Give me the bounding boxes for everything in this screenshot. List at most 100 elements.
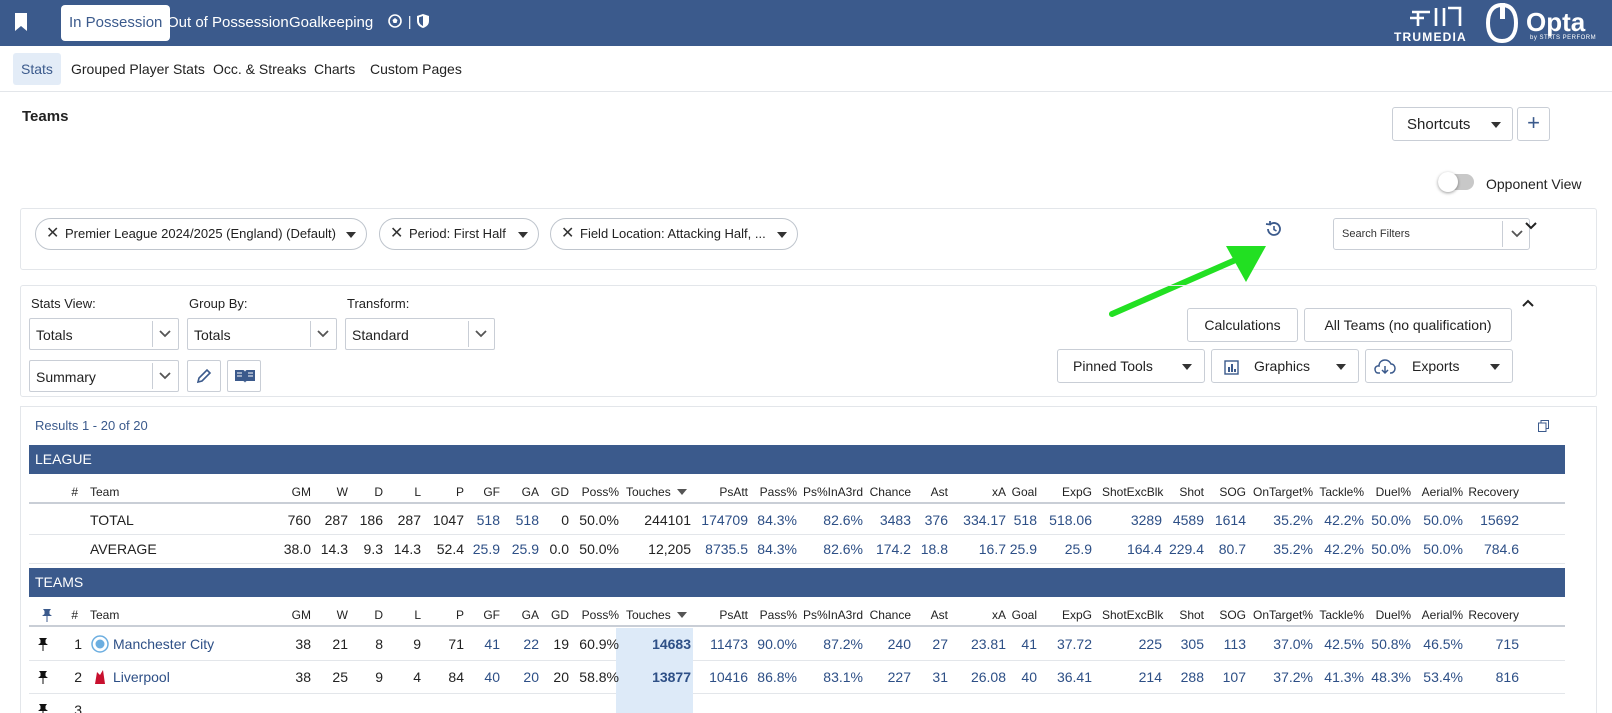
transform-select[interactable]: Standard	[345, 318, 495, 350]
close-icon[interactable]: ✕	[561, 219, 574, 249]
pin-row-icon[interactable]	[37, 637, 49, 651]
table-cell: 84.3%	[757, 512, 797, 528]
team-cell[interactable]: Manchester City	[91, 628, 214, 661]
table-cell: 518	[1013, 512, 1037, 528]
column-header: Recovery	[1468, 485, 1519, 499]
row-rank: 1	[74, 636, 82, 652]
opta-subtext: by STATS PERFORM	[1530, 35, 1597, 41]
group-by-value: Totals	[194, 327, 231, 343]
table-cell: 46.5%	[1423, 636, 1463, 652]
column-header: Pass%	[759, 485, 797, 499]
subtab-custom-pages[interactable]: Custom Pages	[362, 53, 470, 85]
table-cell: 13877	[652, 669, 691, 685]
subtab-occ-streaks[interactable]: Occ. & Streaks	[205, 53, 314, 85]
glossary-button[interactable]	[227, 360, 261, 392]
table-cell	[631, 694, 691, 713]
add-shortcut-button[interactable]: +	[1517, 107, 1550, 141]
close-icon[interactable]: ✕	[390, 219, 403, 249]
table-cell: 50.0%	[1371, 512, 1411, 528]
nav-extra-icons[interactable]: |	[388, 13, 430, 33]
column-header: Aerial%	[1421, 485, 1463, 499]
opponent-view-toggle[interactable]	[1438, 172, 1474, 192]
subtab-grouped-player-stats[interactable]: Grouped Player Stats	[63, 53, 213, 85]
book-icon	[235, 370, 255, 383]
pin-row-icon[interactable]	[37, 703, 49, 713]
column-header: Aerial%	[1421, 608, 1463, 622]
exports-dropdown[interactable]: Exports	[1365, 349, 1513, 383]
copy-icon[interactable]	[1538, 420, 1549, 432]
shortcuts-label: Shortcuts	[1407, 116, 1471, 133]
league-row: AVERAGE 38.0 14.3 9.3 14.3 52.4 25.9 25.9 0.0 50.…	[29, 535, 1565, 564]
group-by-select[interactable]: Totals	[187, 318, 337, 350]
table-row[interactable]: 3	[29, 694, 1565, 713]
edit-button[interactable]	[187, 360, 221, 392]
search-filters-placeholder: Search Filters	[1342, 228, 1410, 240]
column-header: #	[71, 608, 78, 622]
stats-view-select[interactable]: Totals	[29, 318, 179, 350]
all-teams-button[interactable]: All Teams (no qualification)	[1304, 308, 1512, 342]
table-cell: 18.8	[920, 541, 948, 557]
table-row[interactable]: 2 Liverpool 38 25 9 4 84 40 20 20 58.8% 13877 10416 8…	[29, 661, 1565, 694]
pinned-tools-dropdown[interactable]: Pinned Tools	[1057, 349, 1205, 383]
tab-in-possession[interactable]: In Possession	[61, 5, 171, 41]
pencil-icon	[196, 368, 212, 384]
teams-section-header: TEAMS	[29, 568, 1565, 597]
row-rank: 2	[74, 669, 82, 685]
bookmark-icon[interactable]	[14, 13, 28, 31]
pin-row-icon[interactable]	[37, 670, 49, 684]
column-header: ExpG	[1061, 608, 1092, 622]
summary-select[interactable]: Summary	[29, 360, 179, 392]
table-cell: 50.8%	[1371, 636, 1411, 652]
chevron-down-icon	[475, 330, 487, 338]
filter-chip-league[interactable]: ✕ Premier League 2024/2025 (England) (De…	[35, 218, 367, 250]
pin-icon[interactable]	[41, 608, 53, 622]
team-name-link[interactable]: Manchester City	[113, 636, 214, 652]
sort-desc-icon[interactable]	[676, 489, 687, 495]
subtab-charts[interactable]: Charts	[306, 53, 363, 85]
table-cell: 816	[1495, 669, 1519, 685]
filter-chip-period[interactable]: ✕ Period: First Half	[379, 218, 539, 250]
collapse-controls-icon[interactable]	[1521, 298, 1535, 308]
expand-filters-icon[interactable]	[1524, 221, 1538, 231]
tab-out-of-possession[interactable]: Out of Possession	[159, 5, 297, 41]
ball-icon	[388, 14, 402, 28]
team-cell[interactable]: Liverpool	[91, 661, 170, 694]
league-section-header: LEAGUE	[29, 445, 1565, 474]
column-header: Duel%	[1375, 485, 1411, 499]
bar-chart-icon	[1224, 360, 1239, 375]
table-cell: 12,205	[648, 541, 691, 557]
close-icon[interactable]: ✕	[46, 219, 59, 249]
column-header: Touches	[616, 475, 691, 504]
table-row[interactable]: 1 Manchester City 38 21 8 9 71 41 22 19 60.9% 14683…	[29, 628, 1565, 661]
chevron-down-icon[interactable]	[1510, 229, 1524, 239]
search-filters-input[interactable]: Search Filters	[1333, 218, 1530, 250]
team-name-link[interactable]: Liverpool	[113, 669, 170, 685]
table-cell: 244101	[644, 512, 691, 528]
sort-desc-icon[interactable]	[676, 612, 687, 618]
opta-logo: Opta by STATS PERFORM	[1484, 2, 1604, 44]
transform-label: Transform:	[347, 296, 410, 311]
table-cell: 37.72	[1056, 636, 1092, 652]
pinned-tools-label: Pinned Tools	[1073, 358, 1153, 374]
calculations-button[interactable]: Calculations	[1187, 308, 1298, 342]
table-cell: 715	[1495, 636, 1519, 652]
league-row-label: AVERAGE	[90, 541, 157, 557]
column-header: SOG	[1219, 485, 1246, 499]
column-header: Pass%	[759, 608, 797, 622]
table-cell	[737, 694, 797, 713]
transform-value: Standard	[352, 327, 409, 343]
subtab-stats[interactable]: Stats	[13, 53, 61, 85]
table-cell	[1032, 694, 1092, 713]
team-crest-icon	[91, 635, 109, 653]
shortcuts-dropdown[interactable]: Shortcuts	[1392, 107, 1513, 141]
table-cell: 1614	[1214, 512, 1246, 528]
column-header: Goal	[1011, 485, 1037, 499]
table-cell	[1351, 694, 1411, 713]
filter-chip-field-location[interactable]: ✕ Field Location: Attacking Half, ...	[550, 218, 798, 250]
tab-goalkeeping[interactable]: Goalkeeping	[281, 5, 381, 41]
table-cell: 518.06	[1049, 512, 1092, 528]
table-cell: 376	[924, 512, 948, 528]
graphics-dropdown[interactable]: Graphics	[1211, 349, 1359, 383]
chevron-down-icon	[159, 372, 171, 380]
column-header: Ast	[930, 608, 948, 622]
